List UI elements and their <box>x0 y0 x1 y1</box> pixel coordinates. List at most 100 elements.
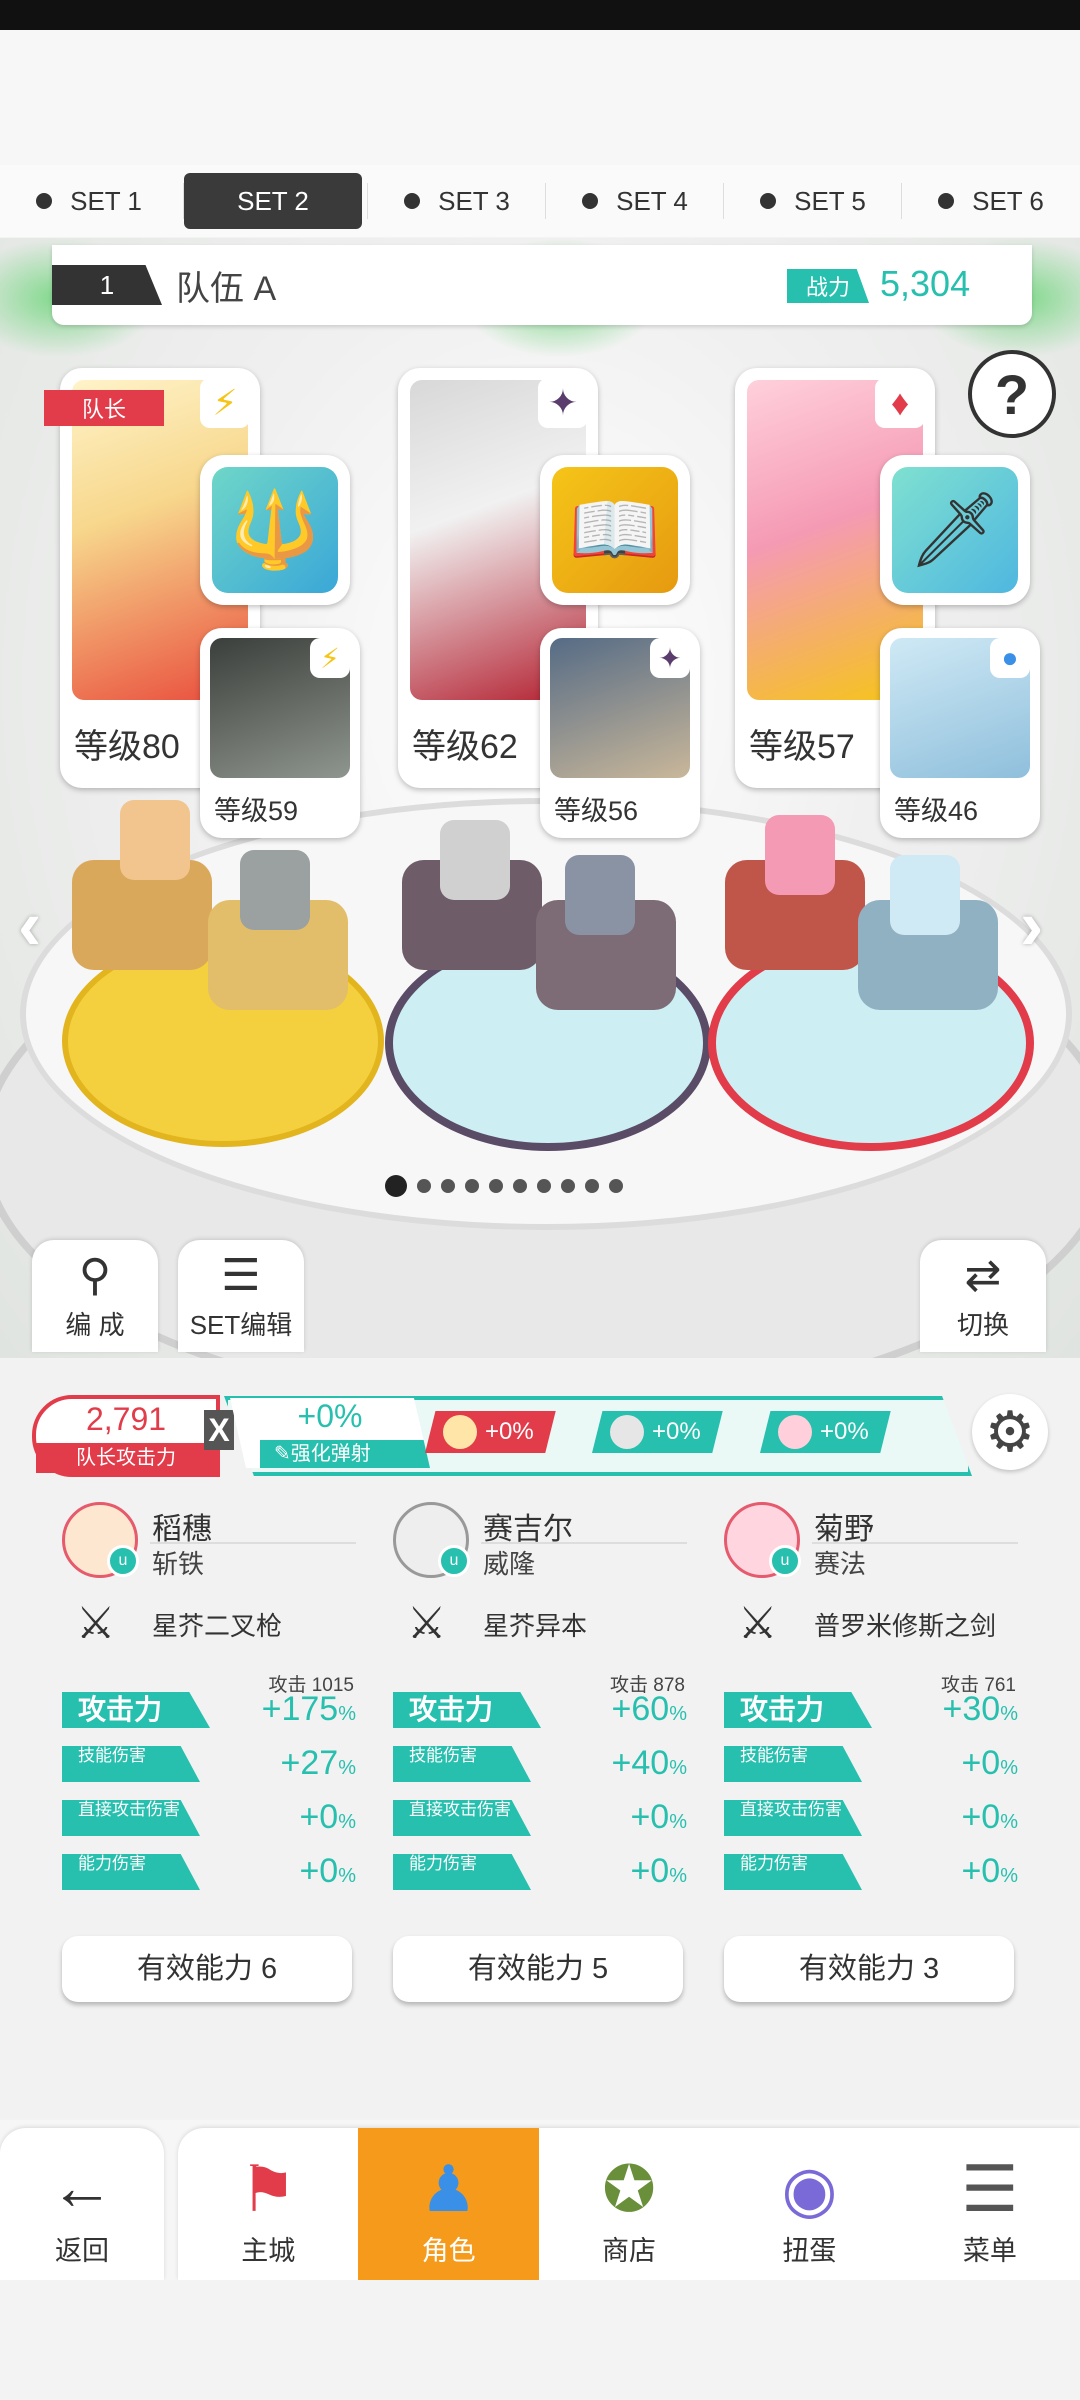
stat-ability: 能力伤害 +0% <box>724 1850 1024 1894</box>
hero-avatar[interactable]: u <box>62 1502 139 1578</box>
tab-set-4[interactable]: SET 4 <box>545 173 724 229</box>
weapon-name: 普罗米修斯之剑 <box>814 1611 997 1641</box>
sub-hero-card-2[interactable]: ✦ 等级56 <box>540 628 700 838</box>
page-dot[interactable] <box>465 1179 479 1193</box>
stat-label: 直接攻击伤害 <box>393 1800 531 1836</box>
hero-sprite <box>240 850 310 930</box>
stat-direct: 直接攻击伤害 +0% <box>393 1796 693 1840</box>
sub-hero-card-3[interactable]: ● 等级46 <box>880 628 1040 838</box>
switch-button[interactable]: ⇄ 切换 <box>920 1240 1046 1352</box>
help-button[interactable]: ? <box>968 350 1056 438</box>
tab-set-3[interactable]: SET 3 <box>367 173 546 229</box>
page-dot[interactable] <box>513 1179 527 1193</box>
stat-label: 技能伤害 <box>393 1746 531 1782</box>
system-nav-bar <box>0 2280 1080 2400</box>
tab-set-6[interactable]: SET 6 <box>901 173 1080 229</box>
nav-item-town[interactable]: ⚑ 主城 <box>178 2128 358 2280</box>
formation-icon: ⚲ <box>78 1251 112 1300</box>
nav-item-gacha[interactable]: ◉ 扭蛋 <box>719 2128 899 2280</box>
sub-hero-card-1[interactable]: ⚡ 等级59 <box>200 628 360 838</box>
nav-item-menu[interactable]: ☰ 菜单 <box>900 2128 1080 2280</box>
tab-label: SET 6 <box>972 185 1044 216</box>
hero-weapon-3[interactable]: 🗡 <box>880 455 1030 605</box>
page-dot[interactable] <box>489 1179 503 1193</box>
stat-attack: 攻击 761 攻击力 +30% <box>724 1675 1024 1732</box>
hero-level: 等级57 <box>749 728 855 766</box>
percent-sign: % <box>1000 1703 1018 1725</box>
stat-number: +0 <box>961 1798 1001 1836</box>
nav-item-character[interactable]: ♟ 角色 <box>358 2128 539 2280</box>
buff-value: +0% <box>820 1418 869 1445</box>
sub-hero-level: 等级46 <box>894 796 979 826</box>
gacha-orb-icon: ◉ <box>781 2153 838 2225</box>
stat-number: +0 <box>961 1744 1001 1782</box>
hero-buff-2: +0% <box>592 1411 723 1453</box>
stat-value: +0% <box>299 1798 356 1837</box>
hero-avatar[interactable]: u <box>724 1502 801 1578</box>
stat-value: +0% <box>961 1798 1018 1837</box>
formation-label: 编 成 <box>65 1310 125 1340</box>
percent-sign: % <box>1000 1757 1018 1779</box>
dot-icon <box>36 193 53 209</box>
stat-label: 能力伤害 <box>62 1854 200 1890</box>
nav-label: 主城 <box>241 2236 296 2266</box>
dot-icon <box>582 193 599 209</box>
formation-button[interactable]: ⚲ 编 成 <box>32 1240 158 1352</box>
weapon-icon: ⚔ <box>407 1599 447 1648</box>
page-dot[interactable] <box>385 1175 407 1197</box>
percent-sign: % <box>1000 1811 1018 1833</box>
weapon-name: 星芥二叉枪 <box>152 1611 283 1641</box>
badge-u-icon: u <box>438 1545 470 1577</box>
menu-list-icon: ☰ <box>961 2153 1019 2225</box>
team-header: 1 队伍 A 战力 5,304 <box>52 245 1032 325</box>
page-dot[interactable] <box>609 1179 623 1193</box>
stat-label: 直接攻击伤害 <box>724 1800 862 1836</box>
hero-face-icon <box>443 1415 477 1449</box>
percent-sign: % <box>669 1757 687 1779</box>
page-dot[interactable] <box>441 1179 455 1193</box>
stat-value: +0% <box>299 1852 356 1891</box>
nav-label: 菜单 <box>962 2236 1017 2266</box>
dot-icon <box>760 193 777 209</box>
stat-number: +0 <box>961 1852 1001 1890</box>
tab-set-2[interactable]: SET 2 <box>183 173 362 229</box>
percent-sign: % <box>669 1703 687 1725</box>
stat-direct: 直接攻击伤害 +0% <box>62 1796 362 1840</box>
tab-set-1[interactable]: SET 1 <box>0 173 178 229</box>
tab-set-5[interactable]: SET 5 <box>723 173 902 229</box>
effective-ability-button[interactable]: 有效能力 6 <box>62 1936 352 2002</box>
page-dot[interactable] <box>417 1179 431 1193</box>
hero-stats-column-1: u 稻穗 斩铁 ⚔ 星芥二叉枪 攻击 1015 攻击力 +175% 技能伤害 +… <box>62 1502 362 2002</box>
fire-diamond-icon: ♦ <box>875 378 925 428</box>
team-name[interactable]: 队伍 A <box>176 261 276 310</box>
page-dot[interactable] <box>585 1179 599 1193</box>
leader-attack-value: 2,791 <box>85 1401 167 1437</box>
hero-weapon-2[interactable]: 📖 <box>540 455 690 605</box>
hero-weapon-1[interactable]: 🔱 <box>200 455 350 605</box>
effective-ability-button[interactable]: 有效能力 5 <box>393 1936 683 2002</box>
stat-label: 攻击力 <box>393 1692 541 1728</box>
stat-number: +60 <box>611 1690 670 1728</box>
chevron-right-icon[interactable]: › <box>1020 890 1060 960</box>
nav-item-shop[interactable]: ✪ 商店 <box>539 2128 719 2280</box>
sub-hero-level: 等级56 <box>554 796 639 826</box>
stat-label: 技能伤害 <box>724 1746 862 1782</box>
stat-skill: 技能伤害 +0% <box>724 1742 1024 1786</box>
back-button[interactable]: ← 返回 <box>0 2128 164 2280</box>
page-dot[interactable] <box>561 1179 575 1193</box>
stat-label: 攻击力 <box>724 1692 872 1728</box>
stat-label: 攻击力 <box>62 1692 210 1728</box>
effective-ability-button[interactable]: 有效能力 3 <box>724 1936 1014 2002</box>
page-dot[interactable] <box>537 1179 551 1193</box>
weapon-icon: ⚔ <box>76 1599 116 1648</box>
set-edit-button[interactable]: ☰ SET编辑 <box>178 1240 304 1352</box>
hero-avatar[interactable]: u <box>393 1502 470 1578</box>
weapon-name: 星芥异本 <box>483 1611 588 1641</box>
chevron-left-icon[interactable]: ‹ <box>18 890 58 960</box>
gear-icon[interactable]: ⚙ <box>972 1394 1048 1470</box>
stat-number: +0 <box>299 1852 339 1890</box>
hero-level: 等级80 <box>74 728 180 766</box>
stat-attack: 攻击 878 攻击力 +60% <box>393 1675 693 1732</box>
list-icon: ☰ <box>221 1251 261 1300</box>
water-orb-icon: ● <box>990 638 1030 678</box>
